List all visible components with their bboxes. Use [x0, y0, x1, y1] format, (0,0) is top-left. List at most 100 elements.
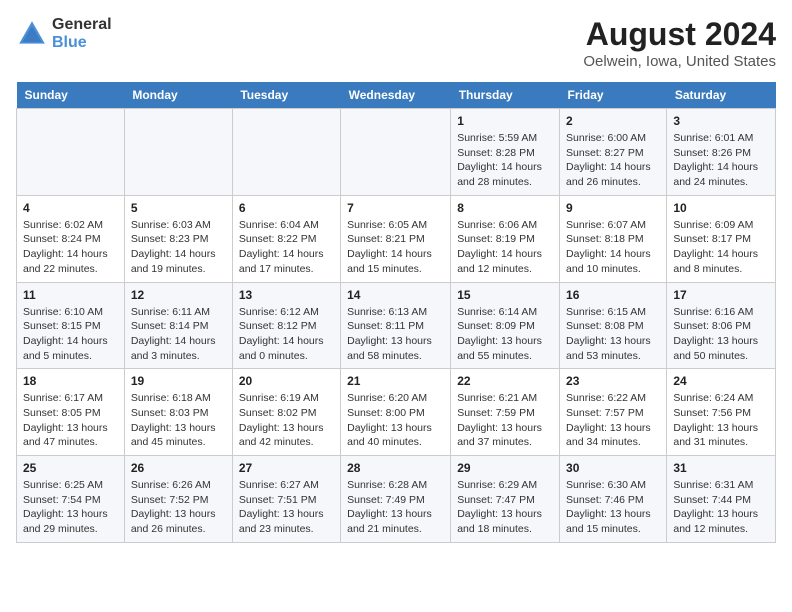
day-number: 2	[566, 114, 660, 128]
calendar-cell: 31Sunrise: 6:31 AM Sunset: 7:44 PM Dayli…	[667, 456, 776, 543]
calendar-cell: 20 Sunrise: 6:19 AM Sunset: 8:02 PM Dayli…	[232, 369, 340, 456]
day-number: 27	[239, 461, 334, 475]
day-detail: Sunrise: 6:28 AM Sunset: 7:49 PM Dayligh…	[347, 478, 444, 537]
calendar-cell: 10Sunrise: 6:09 AM Sunset: 8:17 PM Dayli…	[667, 195, 776, 282]
day-detail: Sunrise: 6:13 AM Sunset: 8:11 PM Dayligh…	[347, 305, 444, 364]
calendar-cell: 11Sunrise: 6:10 AM Sunset: 8:15 PM Dayli…	[17, 282, 125, 369]
day-number: 29	[457, 461, 553, 475]
calendar-cell: 18Sunrise: 6:17 AM Sunset: 8:05 PM Dayli…	[17, 369, 125, 456]
day-number: 25	[23, 461, 118, 475]
day-number: 26	[131, 461, 226, 475]
day-number: 9	[566, 201, 660, 215]
calendar-cell: 2 Sunrise: 6:00 AM Sunset: 8:27 PM Daylig…	[560, 109, 667, 196]
day-detail: Sunrise: 6:22 AM Sunset: 7:57 PM Dayligh…	[566, 391, 660, 450]
calendar-cell: 8Sunrise: 6:06 AM Sunset: 8:19 PM Daylig…	[451, 195, 560, 282]
column-header-monday: Monday	[124, 82, 232, 109]
calendar-cell: 23Sunrise: 6:22 AM Sunset: 7:57 PM Dayli…	[560, 369, 667, 456]
calendar-cell: 24Sunrise: 6:24 AM Sunset: 7:56 PM Dayli…	[667, 369, 776, 456]
calendar-cell: 15Sunrise: 6:14 AM Sunset: 8:09 PM Dayli…	[451, 282, 560, 369]
day-number: 18	[23, 374, 118, 388]
day-detail: Sunrise: 5:59 AM Sunset: 8:28 PM Dayligh…	[457, 131, 553, 190]
day-detail: Sunrise: 6:00 AM Sunset: 8:27 PM Dayligh…	[566, 131, 660, 190]
calendar-header-row: SundayMondayTuesdayWednesdayThursdayFrid…	[17, 82, 776, 109]
day-detail: Sunrise: 6:29 AM Sunset: 7:47 PM Dayligh…	[457, 478, 553, 537]
calendar-cell: 7 Sunrise: 6:05 AM Sunset: 8:21 PM Daylig…	[341, 195, 451, 282]
calendar-cell: 14 Sunrise: 6:13 AM Sunset: 8:11 PM Dayli…	[341, 282, 451, 369]
calendar-cell: 27 Sunrise: 6:27 AM Sunset: 7:51 PM Dayli…	[232, 456, 340, 543]
day-detail: Sunrise: 6:27 AM Sunset: 7:51 PM Dayligh…	[239, 478, 334, 537]
calendar-week-row: 11Sunrise: 6:10 AM Sunset: 8:15 PM Dayli…	[17, 282, 776, 369]
calendar-cell	[232, 109, 340, 196]
day-detail: Sunrise: 6:16 AM Sunset: 8:06 PM Dayligh…	[673, 305, 769, 364]
calendar-cell: 3 Sunrise: 6:01 AM Sunset: 8:26 PM Daylig…	[667, 109, 776, 196]
day-detail: Sunrise: 6:09 AM Sunset: 8:17 PM Dayligh…	[673, 218, 769, 277]
day-number: 1	[457, 114, 553, 128]
day-detail: Sunrise: 6:18 AM Sunset: 8:03 PM Dayligh…	[131, 391, 226, 450]
column-header-tuesday: Tuesday	[232, 82, 340, 109]
day-number: 5	[131, 201, 226, 215]
day-number: 16	[566, 288, 660, 302]
calendar-cell: 4 Sunrise: 6:02 AM Sunset: 8:24 PM Daylig…	[17, 195, 125, 282]
title-block: August 2024 Oelwein, Iowa, United States	[583, 16, 776, 70]
calendar-cell: 16 Sunrise: 6:15 AM Sunset: 8:08 PM Dayli…	[560, 282, 667, 369]
day-detail: Sunrise: 6:05 AM Sunset: 8:21 PM Dayligh…	[347, 218, 444, 277]
calendar-cell	[124, 109, 232, 196]
day-detail: Sunrise: 6:12 AM Sunset: 8:12 PM Dayligh…	[239, 305, 334, 364]
column-header-thursday: Thursday	[451, 82, 560, 109]
day-detail: Sunrise: 6:14 AM Sunset: 8:09 PM Dayligh…	[457, 305, 553, 364]
calendar-cell: 12Sunrise: 6:11 AM Sunset: 8:14 PM Dayli…	[124, 282, 232, 369]
calendar-week-row: 25 Sunrise: 6:25 AM Sunset: 7:54 PM Dayli…	[17, 456, 776, 543]
day-number: 4	[23, 201, 118, 215]
day-number: 12	[131, 288, 226, 302]
calendar-cell: 13 Sunrise: 6:12 AM Sunset: 8:12 PM Dayli…	[232, 282, 340, 369]
day-number: 20	[239, 374, 334, 388]
day-detail: Sunrise: 6:30 AM Sunset: 7:46 PM Dayligh…	[566, 478, 660, 537]
day-detail: Sunrise: 6:06 AM Sunset: 8:19 PM Dayligh…	[457, 218, 553, 277]
day-number: 22	[457, 374, 553, 388]
day-detail: Sunrise: 6:03 AM Sunset: 8:23 PM Dayligh…	[131, 218, 226, 277]
day-detail: Sunrise: 6:20 AM Sunset: 8:00 PM Dayligh…	[347, 391, 444, 450]
day-detail: Sunrise: 6:21 AM Sunset: 7:59 PM Dayligh…	[457, 391, 553, 450]
calendar-week-row: 4 Sunrise: 6:02 AM Sunset: 8:24 PM Daylig…	[17, 195, 776, 282]
day-detail: Sunrise: 6:31 AM Sunset: 7:44 PM Dayligh…	[673, 478, 769, 537]
logo-text-general: General	[52, 16, 112, 34]
day-number: 30	[566, 461, 660, 475]
day-detail: Sunrise: 6:25 AM Sunset: 7:54 PM Dayligh…	[23, 478, 118, 537]
calendar-cell: 6Sunrise: 6:04 AM Sunset: 8:22 PM Daylig…	[232, 195, 340, 282]
page-header: General Blue August 2024 Oelwein, Iowa, …	[16, 16, 776, 70]
calendar-cell: 28Sunrise: 6:28 AM Sunset: 7:49 PM Dayli…	[341, 456, 451, 543]
calendar-table: SundayMondayTuesdayWednesdayThursdayFrid…	[16, 82, 776, 543]
calendar-cell: 30 Sunrise: 6:30 AM Sunset: 7:46 PM Dayli…	[560, 456, 667, 543]
day-number: 24	[673, 374, 769, 388]
day-detail: Sunrise: 6:01 AM Sunset: 8:26 PM Dayligh…	[673, 131, 769, 190]
logo-text-blue: Blue	[52, 34, 112, 52]
column-header-wednesday: Wednesday	[341, 82, 451, 109]
calendar-title: August 2024	[583, 16, 776, 53]
day-detail: Sunrise: 6:19 AM Sunset: 8:02 PM Dayligh…	[239, 391, 334, 450]
column-header-sunday: Sunday	[17, 82, 125, 109]
calendar-cell: 21 Sunrise: 6:20 AM Sunset: 8:00 PM Dayli…	[341, 369, 451, 456]
calendar-subtitle: Oelwein, Iowa, United States	[583, 53, 776, 70]
calendar-cell: 25 Sunrise: 6:25 AM Sunset: 7:54 PM Dayli…	[17, 456, 125, 543]
day-detail: Sunrise: 6:26 AM Sunset: 7:52 PM Dayligh…	[131, 478, 226, 537]
calendar-week-row: 18Sunrise: 6:17 AM Sunset: 8:05 PM Dayli…	[17, 369, 776, 456]
day-number: 14	[347, 288, 444, 302]
calendar-cell: 19 Sunrise: 6:18 AM Sunset: 8:03 PM Dayli…	[124, 369, 232, 456]
calendar-cell	[17, 109, 125, 196]
day-number: 21	[347, 374, 444, 388]
day-detail: Sunrise: 6:10 AM Sunset: 8:15 PM Dayligh…	[23, 305, 118, 364]
calendar-cell: 22 Sunrise: 6:21 AM Sunset: 7:59 PM Dayli…	[451, 369, 560, 456]
day-detail: Sunrise: 6:15 AM Sunset: 8:08 PM Dayligh…	[566, 305, 660, 364]
day-number: 7	[347, 201, 444, 215]
day-number: 13	[239, 288, 334, 302]
calendar-cell: 29 Sunrise: 6:29 AM Sunset: 7:47 PM Dayli…	[451, 456, 560, 543]
calendar-cell: 1 Sunrise: 5:59 AM Sunset: 8:28 PM Daylig…	[451, 109, 560, 196]
logo: General Blue	[16, 16, 112, 51]
day-number: 19	[131, 374, 226, 388]
logo-icon	[16, 18, 48, 50]
calendar-week-row: 1 Sunrise: 5:59 AM Sunset: 8:28 PM Daylig…	[17, 109, 776, 196]
day-number: 3	[673, 114, 769, 128]
calendar-cell: 5 Sunrise: 6:03 AM Sunset: 8:23 PM Daylig…	[124, 195, 232, 282]
calendar-cell: 26 Sunrise: 6:26 AM Sunset: 7:52 PM Dayli…	[124, 456, 232, 543]
day-detail: Sunrise: 6:02 AM Sunset: 8:24 PM Dayligh…	[23, 218, 118, 277]
